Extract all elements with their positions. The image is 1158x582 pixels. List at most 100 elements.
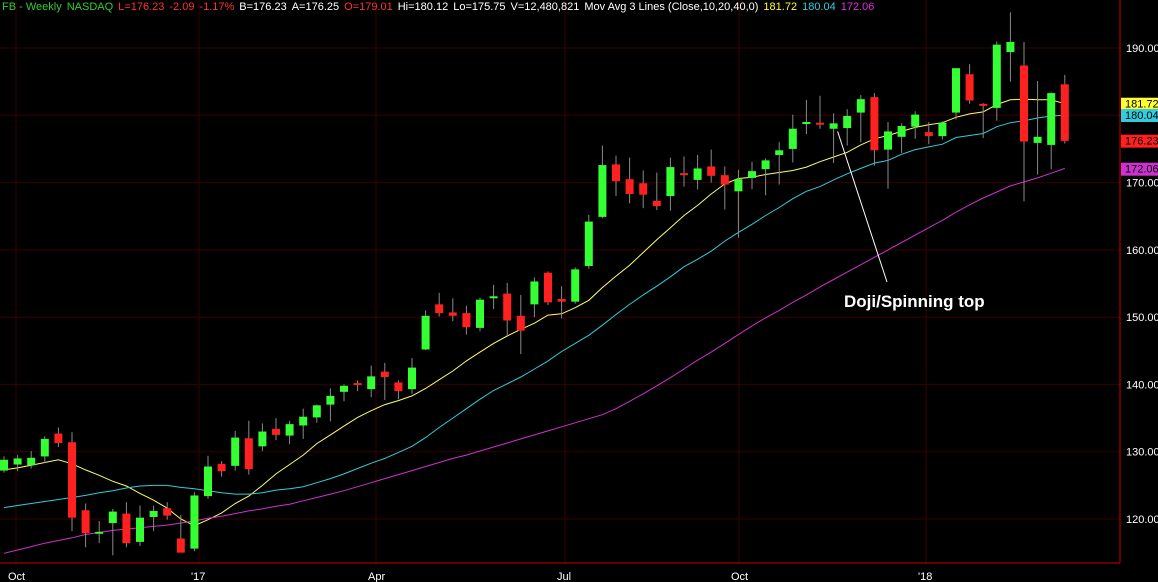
candle-body	[952, 68, 960, 113]
ma20-value: 180.04	[802, 1, 836, 13]
price-tag-label: 181.72	[1125, 99, 1158, 111]
candle-body	[829, 123, 838, 129]
price-chart[interactable]: 120.00 130.00 140.00 150.00 160.00 170.00 180.…	[0, 0, 1158, 582]
candle-body	[748, 171, 756, 178]
candle-body	[911, 114, 920, 127]
candle-body	[584, 221, 593, 267]
bid-price: B=176.23	[239, 1, 287, 13]
candle-body	[54, 433, 63, 443]
candle-body	[516, 315, 525, 331]
candle-body	[571, 269, 580, 302]
x-tick-label: '17	[191, 571, 205, 582]
candle-body	[557, 298, 566, 302]
candle-body	[176, 538, 185, 553]
x-tick-label: Jul	[557, 571, 571, 582]
candle-body	[666, 167, 675, 197]
candle-body	[340, 385, 348, 392]
candle-body	[27, 457, 36, 466]
candle-body	[204, 466, 212, 497]
candle-body	[1060, 84, 1069, 141]
ma10-value: 181.72	[763, 1, 798, 13]
candle-body	[489, 296, 498, 299]
candle-body	[707, 166, 716, 176]
candle-body	[190, 495, 199, 549]
y-tick-label: 190.00	[1126, 43, 1158, 55]
symbol-label: FB - Weekly	[2, 1, 62, 13]
candle-body	[217, 463, 226, 472]
candle-body	[312, 405, 321, 418]
candle-body	[1020, 65, 1028, 142]
candle-body	[979, 103, 988, 106]
annotation-label: Doji/Spinning top	[844, 292, 985, 311]
price-change-pct: -1.17%	[199, 1, 235, 13]
candle-body	[476, 299, 484, 328]
price-change: -2.09	[169, 1, 195, 13]
y-tick-label: 140.00	[1126, 379, 1158, 391]
price-tag-label: 180.04	[1125, 110, 1158, 122]
candle-body	[380, 371, 389, 378]
candle-body	[639, 183, 648, 195]
chart-root: 120.00 130.00 140.00 150.00 160.00 170.00 180.…	[0, 0, 1158, 582]
price-tag-label: 176.23	[1125, 136, 1158, 148]
y-tick-label: 120.00	[1126, 514, 1158, 526]
candle-body	[992, 44, 1001, 108]
candle-body	[734, 179, 743, 192]
candle-body	[13, 458, 22, 465]
candle-body	[544, 272, 552, 303]
candle-body	[1033, 136, 1042, 143]
candle-body	[408, 367, 416, 390]
candle-body	[163, 508, 172, 516]
candle-body	[95, 531, 104, 534]
x-tick-label: Oct	[731, 571, 748, 582]
candle-body	[897, 126, 906, 137]
candle-body	[81, 510, 90, 534]
candle-body	[367, 376, 376, 390]
high-price: Hi=180.12	[397, 1, 449, 13]
candle-body	[802, 122, 811, 125]
candle-body	[612, 164, 620, 182]
exchange-label: NASDAQ	[66, 1, 114, 13]
candle-body	[761, 160, 770, 170]
y-tick-label: 150.00	[1126, 312, 1158, 324]
x-tick-label: '18	[918, 571, 932, 582]
candle-body	[435, 304, 444, 314]
candle-body	[326, 395, 335, 405]
annotation-arrow	[837, 131, 888, 283]
candle-body	[788, 128, 797, 149]
candle-body	[258, 431, 267, 447]
candle-body	[244, 438, 253, 470]
candle-body	[816, 122, 824, 125]
ma40-value: 172.06	[840, 1, 875, 13]
y-tick-label: 160.00	[1126, 245, 1158, 257]
candle-body	[394, 382, 403, 392]
candle-body	[720, 175, 729, 185]
candle-body	[625, 179, 634, 195]
price-tag-label: 172.06	[1125, 164, 1158, 176]
candle-body	[503, 293, 512, 321]
candle-body	[231, 437, 240, 466]
candle-body	[421, 315, 430, 350]
candle-body	[40, 438, 49, 457]
candle-body	[530, 281, 539, 305]
candle-body	[1047, 93, 1056, 145]
candle-body	[448, 312, 457, 316]
x-tick-label: Oct	[8, 571, 25, 582]
candle-body	[108, 511, 117, 524]
candle-body	[122, 513, 131, 544]
candle-body	[938, 122, 947, 137]
candle-body	[0, 459, 8, 471]
ma40-line	[3, 167, 1065, 554]
open-price: O=179.01	[344, 1, 393, 13]
x-tick-label: Apr	[368, 571, 385, 582]
candle-body	[272, 428, 280, 435]
candle-body	[884, 131, 892, 150]
last-price: L=176.23	[118, 1, 165, 13]
candle-body	[870, 97, 879, 151]
candle-body	[353, 383, 362, 386]
candle-body	[924, 132, 933, 137]
study-label: Mov Avg 3 Lines (Close,10,20,40,0)	[584, 1, 759, 13]
candle-body	[285, 424, 294, 436]
ask-price: A=176.25	[291, 1, 340, 13]
candle-body	[299, 416, 308, 426]
candle-body	[68, 442, 76, 518]
